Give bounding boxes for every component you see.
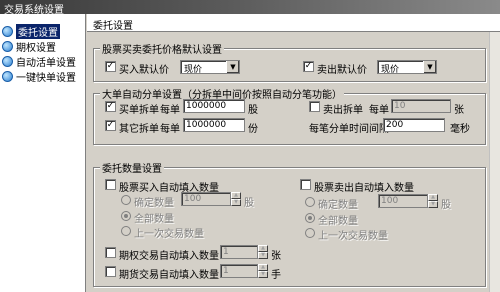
sell-fixed-quantity-stepper[interactable]: ▲ ▼ [428,194,438,208]
option-auto-fill-label: 期权交易自动填入数量 [119,251,219,262]
buy-split-label: 买单拆单 [119,105,159,116]
sell-fixed-quantity-input[interactable]: 100 [378,194,428,208]
buy-last-quantity-label: 上一次交易数量 [134,229,204,240]
sidebar-item-label: 委托设置 [16,23,60,39]
sell-unit-label: 张 [454,105,464,116]
buy-fixed-quantity-stepper[interactable]: ▲ ▼ [231,192,241,206]
buy-default-price-label: 买入默认价 [119,65,169,76]
futures-auto-fill-checkbox[interactable] [105,266,116,277]
chevron-down-icon[interactable]: ▼ [423,61,436,73]
interval-unit-label: 毫秒 [450,124,470,135]
chevron-down-icon[interactable]: ▼ [226,61,239,73]
sell-price-value: 现价 [381,65,400,75]
sidebar-item-option-settings[interactable]: 期权设置 [2,39,84,54]
sell-all-quantity-radio[interactable] [305,213,315,223]
stock-buy-auto-fill-checkbox[interactable] [105,179,116,190]
settings-icon [2,55,13,67]
page-title: 委托设置 [93,21,133,32]
buy-price-value: 现价 [184,65,203,75]
futures-quantity-stepper[interactable]: ▲ ▼ [258,264,268,278]
buy-each-label: 每单 [160,105,180,116]
sell-fixed-unit: 股 [441,200,451,211]
quantity-group-title: 委托数量设置 [100,160,164,175]
split-interval-input[interactable]: 200 [383,118,445,132]
buy-split-checkbox[interactable]: ✓ [105,101,116,112]
sidebar-item-order-settings[interactable]: 委托设置 [2,23,84,39]
stock-sell-auto-fill-checkbox[interactable] [300,179,311,190]
stock-sell-auto-fill-label: 股票卖出自动填入数量 [314,183,414,194]
option-auto-fill-checkbox[interactable] [105,247,116,258]
sell-each-label: 每单 [369,105,389,116]
sidebar-item-quick-order-settings[interactable]: 一键快单设置 [2,69,84,84]
vertical-scrollbar[interactable] [489,32,500,292]
sell-fixed-quantity-radio[interactable] [305,197,315,207]
other-split-label: 其它拆单 [119,124,159,135]
sidebar-item-label: 一键快单设置 [16,72,76,84]
price-group-title: 股票买卖委托价格默认设置 [100,41,224,56]
buy-all-quantity-label: 全部数量 [134,214,174,225]
sell-last-quantity-label: 上一次交易数量 [318,231,388,242]
buy-fixed-quantity-radio[interactable] [121,195,131,205]
sell-default-price-label: 卖出默认价 [317,65,367,76]
settings-icon [2,25,13,37]
sell-each-quantity-input[interactable]: 10 [391,99,451,113]
other-each-label: 每单 [160,124,180,135]
sidebar: 委托设置 期权设置 自动活单设置 一键快单设置 [0,14,86,292]
page-header: 委托设置 [87,14,500,32]
sell-fixed-quantity-label: 确定数量 [318,200,358,211]
futures-auto-fill-label: 期货交易自动填入数量 [119,270,219,281]
sidebar-item-label: 自动活单设置 [16,57,76,69]
buy-default-price-checkbox[interactable]: ✓ [105,61,116,72]
other-each-quantity-input[interactable]: 1000000 [183,118,245,132]
buy-fixed-quantity-input[interactable]: 100 [181,192,231,206]
other-split-checkbox[interactable]: ✓ [105,120,116,131]
buy-default-price-select[interactable]: 现价 ▼ [180,60,240,75]
sell-default-price-checkbox[interactable]: ✓ [303,61,314,72]
buy-all-quantity-radio[interactable] [121,211,131,221]
futures-quantity-input[interactable]: 1 [220,264,258,278]
buy-last-quantity-radio[interactable] [121,226,131,236]
settings-icon [2,70,13,82]
sidebar-item-label: 期权设置 [16,42,56,54]
settings-icon [2,40,13,52]
sell-all-quantity-label: 全部数量 [318,216,358,227]
sell-default-price-select[interactable]: 现价 ▼ [377,60,437,75]
buy-fixed-unit: 股 [244,198,254,209]
futures-unit-label: 手 [271,270,281,281]
buy-fixed-quantity-label: 确定数量 [134,198,174,209]
option-quantity-input[interactable]: 1 [220,245,258,259]
sell-split-checkbox[interactable] [309,101,320,112]
buy-each-quantity-input[interactable]: 1000000 [183,99,245,113]
sell-last-quantity-radio[interactable] [305,228,315,238]
title-bar: 交易系统设置 [0,0,500,16]
split-interval-label: 每笔分单时间间隔 [309,124,389,135]
option-quantity-stepper[interactable]: ▲ ▼ [258,245,268,259]
buy-unit-label: 股 [248,105,258,116]
sidebar-item-auto-order-settings[interactable]: 自动活单设置 [2,54,84,69]
other-unit-label: 份 [248,124,258,135]
sell-split-label: 卖出拆单 [323,105,363,116]
option-unit-label: 张 [271,251,281,262]
